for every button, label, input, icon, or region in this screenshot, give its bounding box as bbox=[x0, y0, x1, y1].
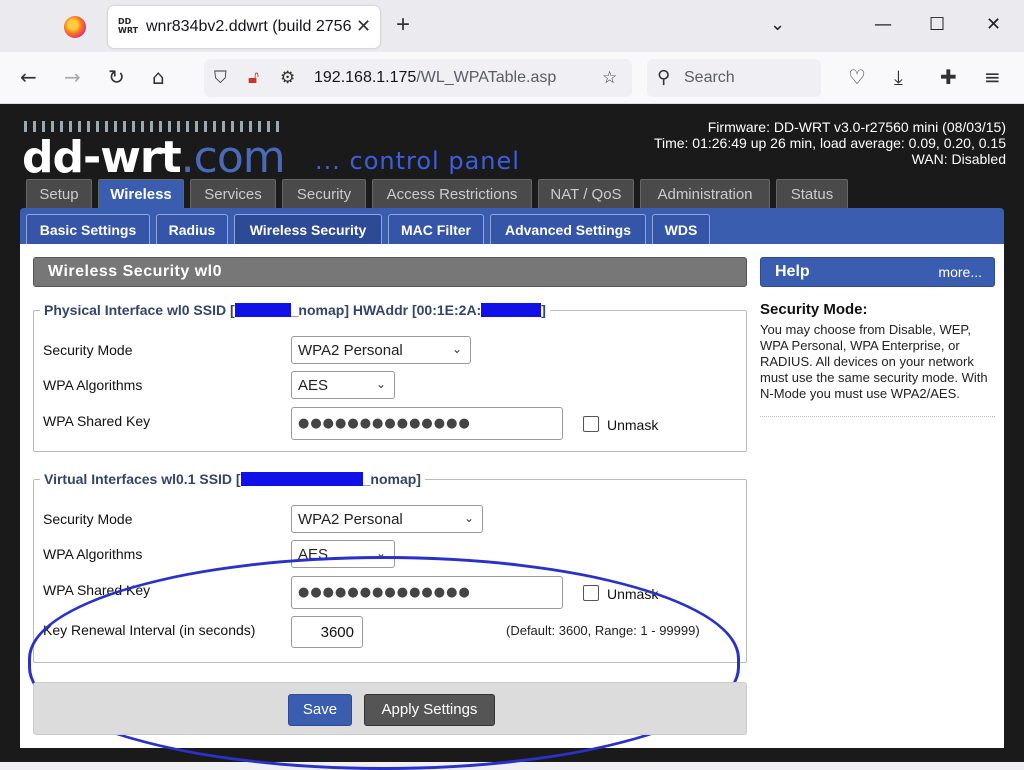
unmask-checkbox[interactable] bbox=[583, 585, 599, 601]
menu-icon[interactable]: ≡ bbox=[984, 65, 1001, 89]
shared-key-input[interactable]: ●●●●●●●●●●●●●● bbox=[291, 576, 563, 609]
permissions-icon[interactable]: ⚙ bbox=[280, 68, 295, 88]
wan-status: WAN: Disabled bbox=[911, 151, 1006, 167]
search-icon: ⚲ bbox=[657, 67, 671, 88]
search-placeholder: Search bbox=[684, 69, 735, 86]
help-divider bbox=[760, 416, 995, 417]
physical-interface-fieldset: Physical Interface wl0 SSID [_nomap] HWA… bbox=[33, 302, 747, 452]
tab-close-icon[interactable]: ✕ bbox=[356, 16, 371, 37]
ddwrt-logo: dd-wrt.com bbox=[22, 132, 286, 183]
chevron-down-icon: ⌄ bbox=[451, 342, 462, 356]
chevron-down-icon: ⌄ bbox=[463, 511, 474, 525]
subtab-mac-filter[interactable]: MAC Filter bbox=[388, 214, 484, 244]
insecure-lock-icon[interactable]: 🔓︎ bbox=[248, 68, 259, 88]
maximize-icon[interactable]: ☐ bbox=[929, 14, 945, 35]
shared-key-input[interactable]: ●●●●●●●●●●●●●● bbox=[291, 407, 563, 440]
browser-tab-strip: DD WRT wnr834bv2.ddwrt (build 27560) ✕ +… bbox=[0, 0, 1024, 52]
tab-status[interactable]: Status bbox=[776, 179, 848, 209]
browser-navbar: ← → ↻ ⌂ ⛉ 🔓︎ ⚙ 192.168.1.175/WL_WPATable… bbox=[0, 52, 1024, 104]
extensions-icon[interactable]: ✚ bbox=[940, 65, 957, 89]
tab-title: wnr834bv2.ddwrt (build 27560) bbox=[146, 18, 352, 35]
browser-tab-active[interactable]: DD WRT wnr834bv2.ddwrt (build 27560) ✕ bbox=[108, 6, 380, 48]
security-mode-label: Security Mode bbox=[43, 511, 133, 527]
chevron-down-icon: ⌄ bbox=[375, 546, 386, 560]
ddwrt-favicon-icon: DD WRT bbox=[118, 17, 139, 35]
sub-tab-bar: Basic Settings Radius Wireless Security … bbox=[20, 208, 1004, 248]
home-icon[interactable]: ⌂ bbox=[152, 65, 165, 89]
help-header: Help more... bbox=[760, 257, 995, 287]
control-panel-title: ... control panel bbox=[315, 147, 520, 175]
shield-icon[interactable]: ⛉ bbox=[214, 68, 227, 88]
subtab-wireless-security[interactable]: Wireless Security bbox=[234, 214, 382, 244]
help-subtitle: Security Mode: bbox=[760, 301, 868, 318]
subtab-radius[interactable]: Radius bbox=[156, 214, 228, 244]
router-status: Firmware: DD-WRT v3.0-r27560 mini (08/03… bbox=[654, 119, 1006, 167]
logo-dots bbox=[24, 121, 282, 132]
uptime-text: Time: 01:26:49 up 26 min, load average: … bbox=[653, 135, 1006, 151]
virtual-interface-legend: Virtual Interfaces wl0.1 SSID [_nomap] bbox=[40, 471, 425, 487]
button-bar: Save Apply Settings bbox=[33, 682, 747, 735]
forward-arrow-icon[interactable]: → bbox=[64, 65, 81, 89]
key-renewal-hint: (Default: 3600, Range: 1 - 99999) bbox=[506, 623, 700, 638]
url-text[interactable]: 192.168.1.175/WL_WPATable.asp bbox=[314, 69, 556, 87]
redacted-ssid bbox=[240, 472, 363, 486]
minimize-icon[interactable]: — bbox=[874, 14, 892, 35]
security-mode-select[interactable]: WPA2 Personal ⌄ bbox=[291, 336, 471, 364]
save-button[interactable]: Save bbox=[288, 694, 352, 726]
ddwrt-page: dd-wrt.com ... control panel Firmware: D… bbox=[0, 104, 1024, 770]
subtab-advanced-settings[interactable]: Advanced Settings bbox=[490, 214, 646, 244]
tab-nat-qos[interactable]: NAT / QoS bbox=[538, 179, 634, 209]
key-renewal-input[interactable]: 3600 bbox=[291, 616, 363, 648]
key-renewal-label: Key Renewal Interval (in seconds) bbox=[43, 622, 256, 638]
firefox-logo-icon[interactable] bbox=[64, 16, 86, 38]
unmask-checkbox[interactable] bbox=[583, 416, 599, 432]
help-body: You may choose from Disable, WEP, WPA Pe… bbox=[760, 322, 988, 401]
firmware-text: Firmware: DD-WRT v3.0-r27560 mini (08/03… bbox=[707, 119, 1006, 135]
bookmark-star-icon[interactable]: ☆ bbox=[602, 68, 617, 88]
tab-services[interactable]: Services bbox=[190, 179, 276, 209]
new-tab-icon[interactable]: + bbox=[396, 11, 410, 39]
chevron-down-icon: ⌄ bbox=[375, 377, 386, 391]
virtual-interface-fieldset: Virtual Interfaces wl0.1 SSID [_nomap] S… bbox=[33, 471, 747, 663]
tab-setup[interactable]: Setup bbox=[26, 179, 92, 209]
wpa-algorithms-select[interactable]: AES ⌄ bbox=[291, 371, 395, 399]
close-window-icon[interactable]: ✕ bbox=[986, 14, 1001, 35]
unmask-label: Unmask bbox=[607, 417, 659, 433]
tab-wireless[interactable]: Wireless bbox=[98, 179, 184, 209]
redacted-ssid bbox=[234, 303, 291, 317]
pocket-icon[interactable]: ♡ bbox=[848, 65, 866, 89]
physical-interface-legend: Physical Interface wl0 SSID [_nomap] HWA… bbox=[40, 302, 550, 318]
tab-access-restrictions[interactable]: Access Restrictions bbox=[372, 179, 532, 209]
url-bar[interactable]: ⛉ 🔓︎ ⚙ 192.168.1.175/WL_WPATable.asp ☆ bbox=[204, 59, 632, 97]
tab-administration[interactable]: Administration bbox=[640, 179, 770, 209]
reload-icon[interactable]: ↻ bbox=[108, 65, 125, 89]
redacted-hwaddr bbox=[481, 303, 542, 317]
search-bar[interactable]: ⚲ Search bbox=[647, 59, 821, 97]
subtab-basic-settings[interactable]: Basic Settings bbox=[26, 214, 150, 244]
back-arrow-icon[interactable]: ← bbox=[20, 65, 37, 89]
section-title: Wireless Security wl0 bbox=[33, 257, 747, 287]
help-more-link[interactable]: more... bbox=[938, 258, 982, 286]
wpa-algorithms-label: WPA Algorithms bbox=[43, 377, 143, 393]
security-mode-select[interactable]: WPA2 Personal ⌄ bbox=[291, 505, 483, 533]
unmask-label: Unmask bbox=[607, 586, 659, 602]
content-area: Wireless Security wl0 Physical Interface… bbox=[20, 244, 1004, 770]
list-tabs-icon[interactable]: ⌄ bbox=[770, 14, 785, 35]
download-icon[interactable]: ⤓ bbox=[894, 65, 903, 89]
security-mode-label: Security Mode bbox=[43, 342, 133, 358]
wpa-algorithms-label: WPA Algorithms bbox=[43, 546, 143, 562]
apply-settings-button[interactable]: Apply Settings bbox=[364, 694, 495, 726]
shared-key-label: WPA Shared Key bbox=[43, 413, 151, 429]
subtab-wds[interactable]: WDS bbox=[652, 214, 710, 244]
wpa-algorithms-select[interactable]: AES ⌄ bbox=[291, 540, 395, 568]
tab-security[interactable]: Security bbox=[282, 179, 366, 209]
shared-key-label: WPA Shared Key bbox=[43, 582, 151, 598]
